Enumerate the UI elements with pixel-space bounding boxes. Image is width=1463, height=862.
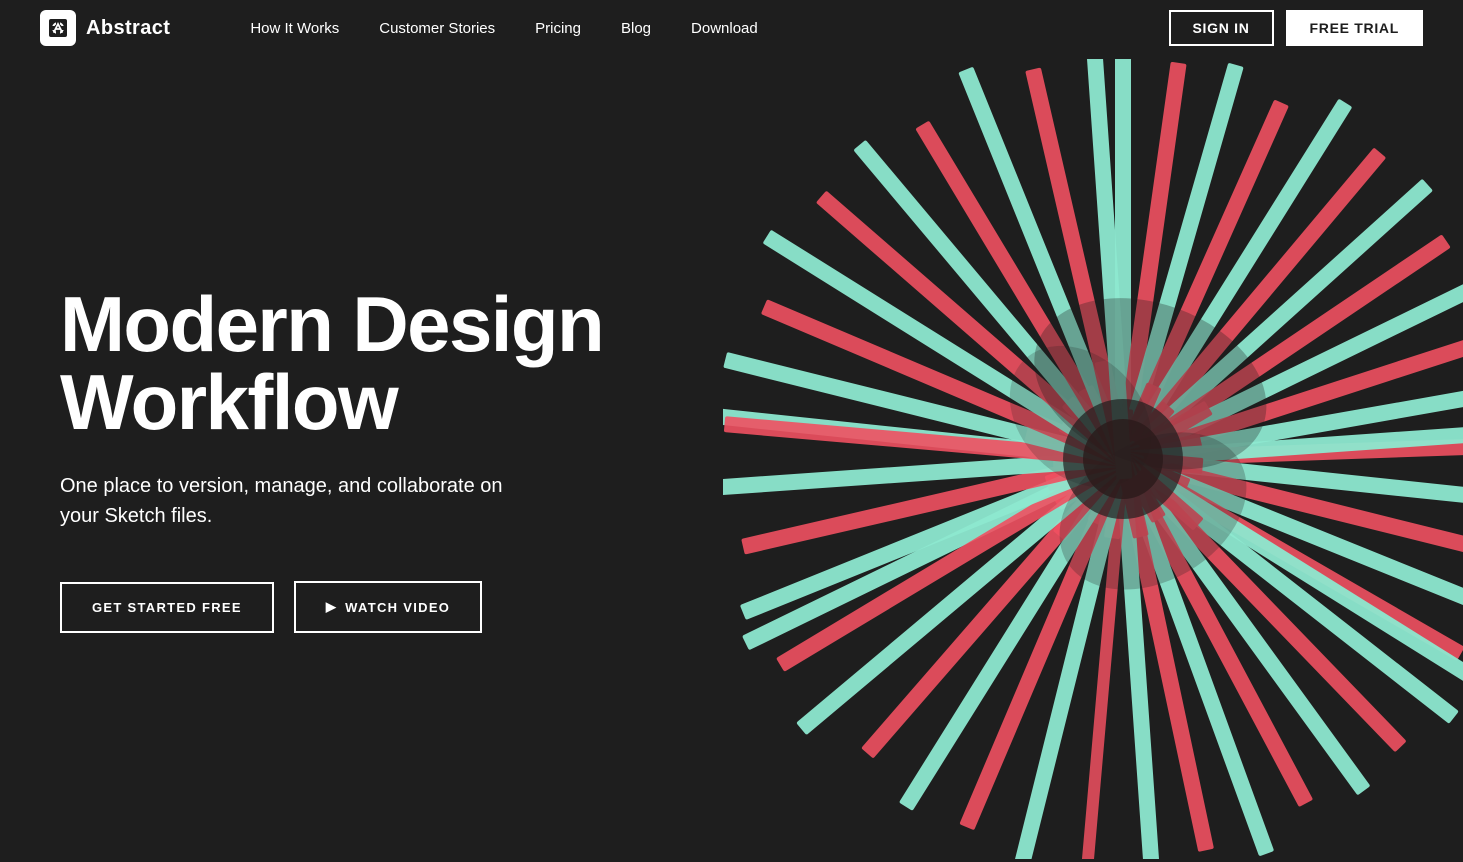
hero-title: Modern Design Workflow [60, 285, 640, 441]
free-trial-button[interactable]: FREE TRIAL [1286, 10, 1423, 46]
nav-link-pricing[interactable]: Pricing [515, 0, 601, 56]
signin-button[interactable]: SIGN IN [1169, 10, 1274, 46]
watch-video-label: WATCH VIDEO [345, 600, 450, 615]
hero-section: Modern Design Workflow One place to vers… [0, 56, 1463, 862]
hero-subtitle: One place to version, manage, and collab… [60, 471, 540, 531]
hero-content: Modern Design Workflow One place to vers… [60, 285, 640, 633]
starburst-svg [723, 59, 1463, 859]
logo-text: Abstract [86, 17, 170, 40]
nav-link-how-it-works[interactable]: How It Works [230, 0, 359, 56]
nav-link-blog[interactable]: Blog [601, 0, 671, 56]
nav-link-customer-stories[interactable]: Customer Stories [359, 0, 515, 56]
logo-area[interactable]: Abstract [40, 10, 170, 46]
play-icon: ▶ [326, 599, 337, 615]
get-started-button[interactable]: GET STARTED FREE [60, 582, 274, 633]
logo-icon [40, 10, 76, 46]
nav-link-download[interactable]: Download [671, 0, 778, 56]
watch-video-button[interactable]: ▶ WATCH VIDEO [294, 581, 482, 633]
nav-actions: SIGN IN FREE TRIAL [1169, 10, 1423, 46]
navbar: Abstract How It Works Customer Stories P… [0, 0, 1463, 56]
hero-buttons: GET STARTED FREE ▶ WATCH VIDEO [60, 581, 640, 633]
hero-graphic [723, 59, 1463, 859]
nav-links: How It Works Customer Stories Pricing Bl… [230, 0, 1168, 56]
